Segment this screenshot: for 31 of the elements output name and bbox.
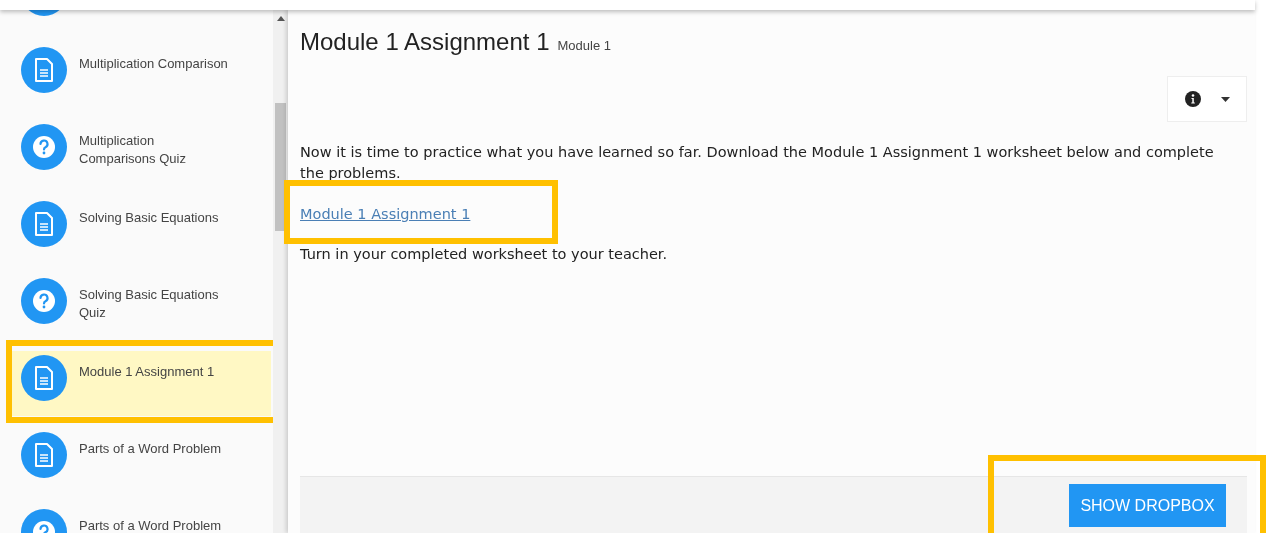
worksheet-link[interactable]: Module 1 Assignment 1 — [300, 206, 471, 222]
document-icon — [34, 58, 54, 82]
question-icon — [32, 289, 56, 313]
item-title: Solving Basic Equations Quiz — [79, 286, 220, 322]
item-title: Multiplication Comparisons Quiz — [79, 132, 187, 168]
sidebar-item[interactable]: Parts of a Word Problem — [12, 428, 271, 493]
item-title: Multiplication Comparison — [79, 55, 229, 73]
item-title: Parts of a Word Problem — [79, 440, 223, 458]
module-label: Module 1 — [557, 37, 611, 55]
document-icon — [34, 366, 54, 390]
scroll-thumb[interactable] — [275, 103, 286, 231]
instructions-text: Turn in your completed worksheet to your teacher. — [300, 245, 669, 264]
sidebar-item[interactable]: Parts of a Word Problem — [12, 505, 271, 533]
scroll-up-icon[interactable] — [276, 16, 285, 21]
document-icon — [34, 212, 54, 236]
sidebar-item[interactable]: Solving Basic Equations Quiz — [12, 274, 271, 339]
sidebar-item[interactable]: Multiplication Comparisons Quiz — [12, 120, 271, 185]
info-icon — [1184, 91, 1201, 107]
page-title: Module 1 Assignment 1 — [300, 27, 550, 57]
intro-paragraph: Now it is time to practice what you have learned so far. Download the Module 1 Assignment 1 worksheet below and complete the problems. — [300, 143, 1215, 183]
info-dropdown-button[interactable] — [1167, 76, 1247, 122]
question-icon — [32, 135, 56, 159]
item-title: Module 1 Assignment 1 — [79, 363, 216, 381]
scrollbar[interactable] — [273, 10, 288, 533]
sidebar-item[interactable]: Module 1 Assignment 1 — [12, 351, 271, 416]
item-title: Parts of a Word Problem — [79, 517, 223, 533]
item-title: Solving Basic Equations — [79, 209, 220, 227]
sidebar-item[interactable]: Multiplication Comparison — [12, 43, 271, 108]
caret-icon — [1220, 96, 1230, 102]
sidebar-item[interactable]: Solving Basic Equations — [12, 197, 271, 262]
document-icon — [34, 443, 54, 467]
